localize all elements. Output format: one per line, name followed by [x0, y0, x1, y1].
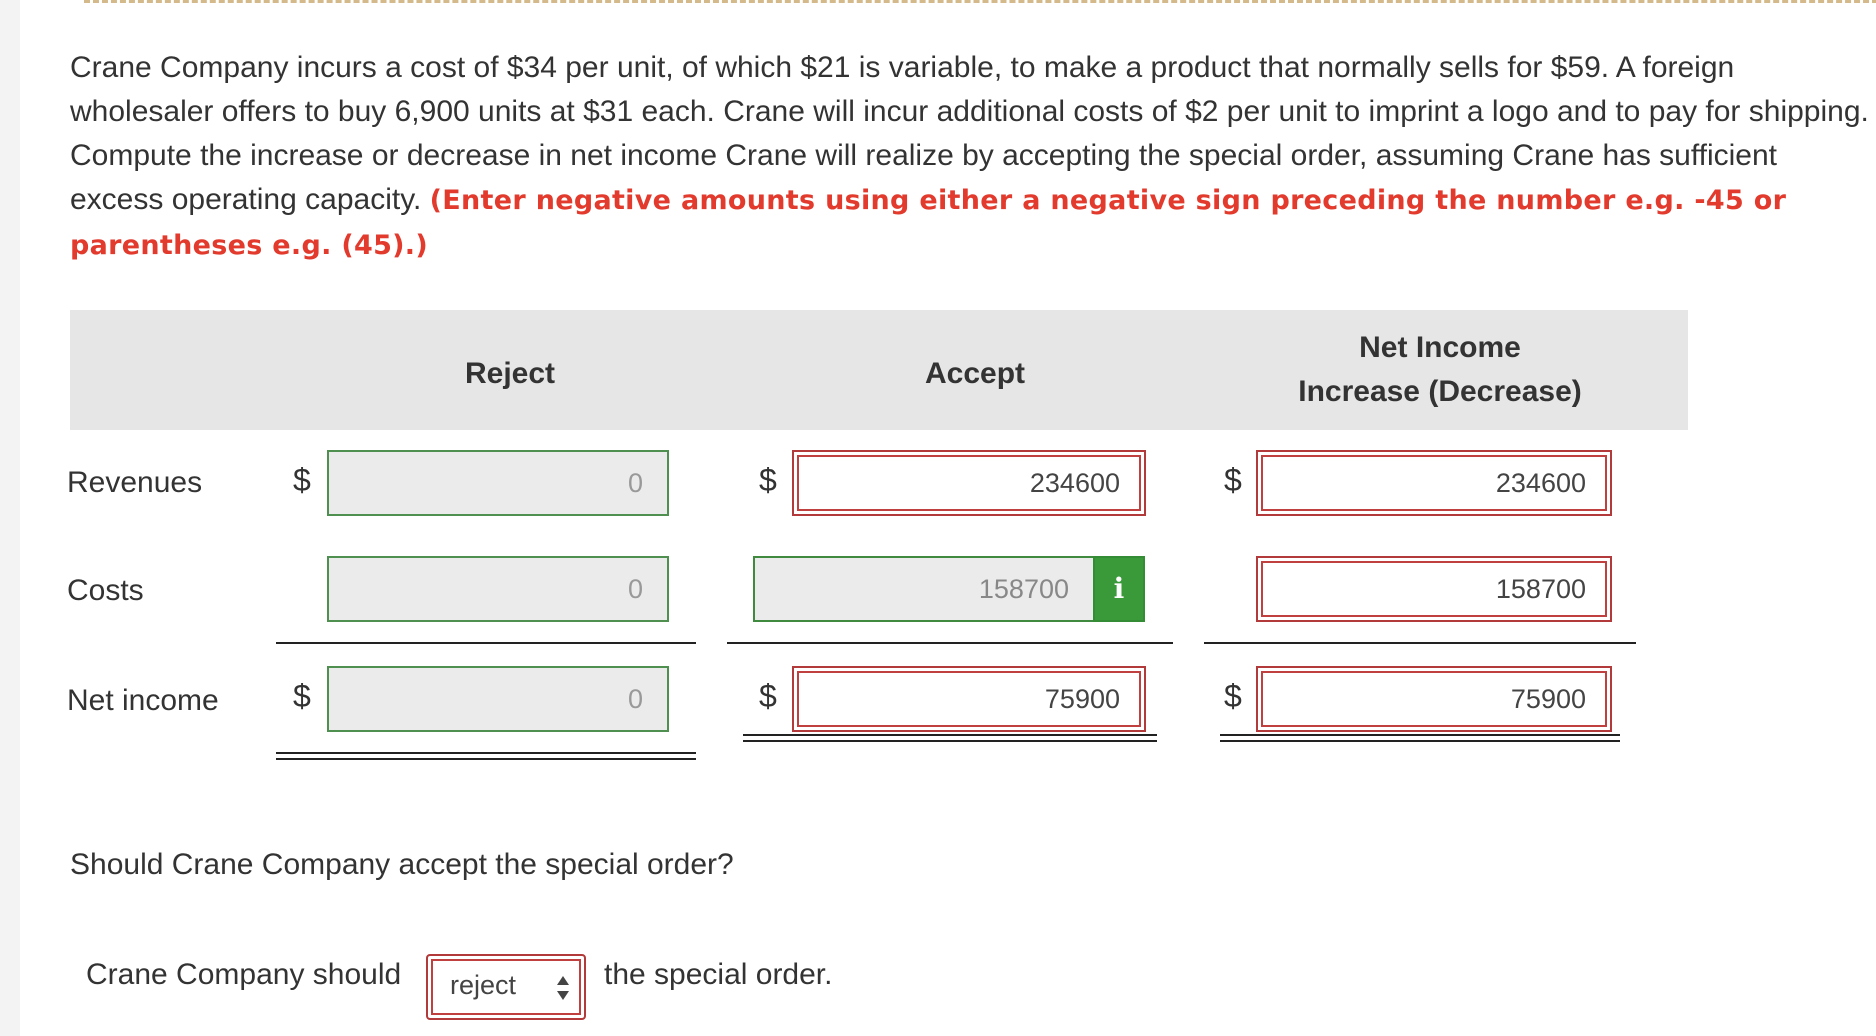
info-button[interactable]: i: [1093, 556, 1145, 622]
row-label-net-income: Net income: [67, 684, 219, 717]
dollar-sign: $: [1224, 678, 1242, 714]
header-reject: Reject: [464, 357, 556, 390]
decision-question: Should Crane Company accept the special …: [70, 848, 734, 881]
decision-suffix: the special order.: [604, 958, 833, 991]
header-accept: Accept: [924, 357, 1026, 390]
costs-accept-input[interactable]: 158700: [753, 556, 1095, 622]
dollar-sign: $: [759, 678, 777, 714]
net-income-accept-input[interactable]: 75900: [790, 664, 1148, 734]
subtotal-rule: [1204, 642, 1636, 644]
row-label-costs: Costs: [67, 574, 144, 607]
subtotal-rule: [276, 642, 696, 644]
header-net-line2: Increase (Decrease): [1298, 375, 1582, 408]
total-double-rule: [1220, 734, 1620, 742]
row-label-revenues: Revenues: [67, 466, 203, 499]
question-panel: Crane Company incurs a cost of $34 per u…: [20, 0, 1876, 1036]
dollar-sign: $: [759, 462, 777, 498]
total-double-rule: [743, 734, 1157, 742]
dollar-sign: $: [1224, 462, 1242, 498]
net-income-reject-input[interactable]: 0: [327, 666, 669, 732]
header-net-line1: Net Income: [1359, 331, 1521, 364]
costs-net-input[interactable]: 158700: [1254, 554, 1614, 624]
revenues-accept-input[interactable]: 234600: [790, 448, 1148, 518]
revenues-reject-input[interactable]: 0: [327, 450, 669, 516]
dollar-sign: $: [293, 462, 311, 498]
subtotal-rule: [727, 642, 1173, 644]
decision-select[interactable]: reject: [426, 954, 586, 1020]
dashed-divider: [84, 0, 1876, 3]
total-double-rule: [276, 752, 696, 760]
net-income-net-input[interactable]: 75900: [1254, 664, 1614, 734]
revenues-net-input[interactable]: 234600: [1254, 448, 1614, 518]
decision-prefix: Crane Company should: [86, 958, 402, 991]
header-net-income: Net Income Increase (Decrease): [1240, 326, 1640, 414]
select-arrows-icon: [557, 976, 569, 1000]
costs-reject-input[interactable]: 0: [327, 556, 669, 622]
decision-selected-value: reject: [450, 970, 517, 1000]
problem-statement: Crane Company incurs a cost of $34 per u…: [70, 46, 1870, 268]
dollar-sign: $: [293, 678, 311, 714]
